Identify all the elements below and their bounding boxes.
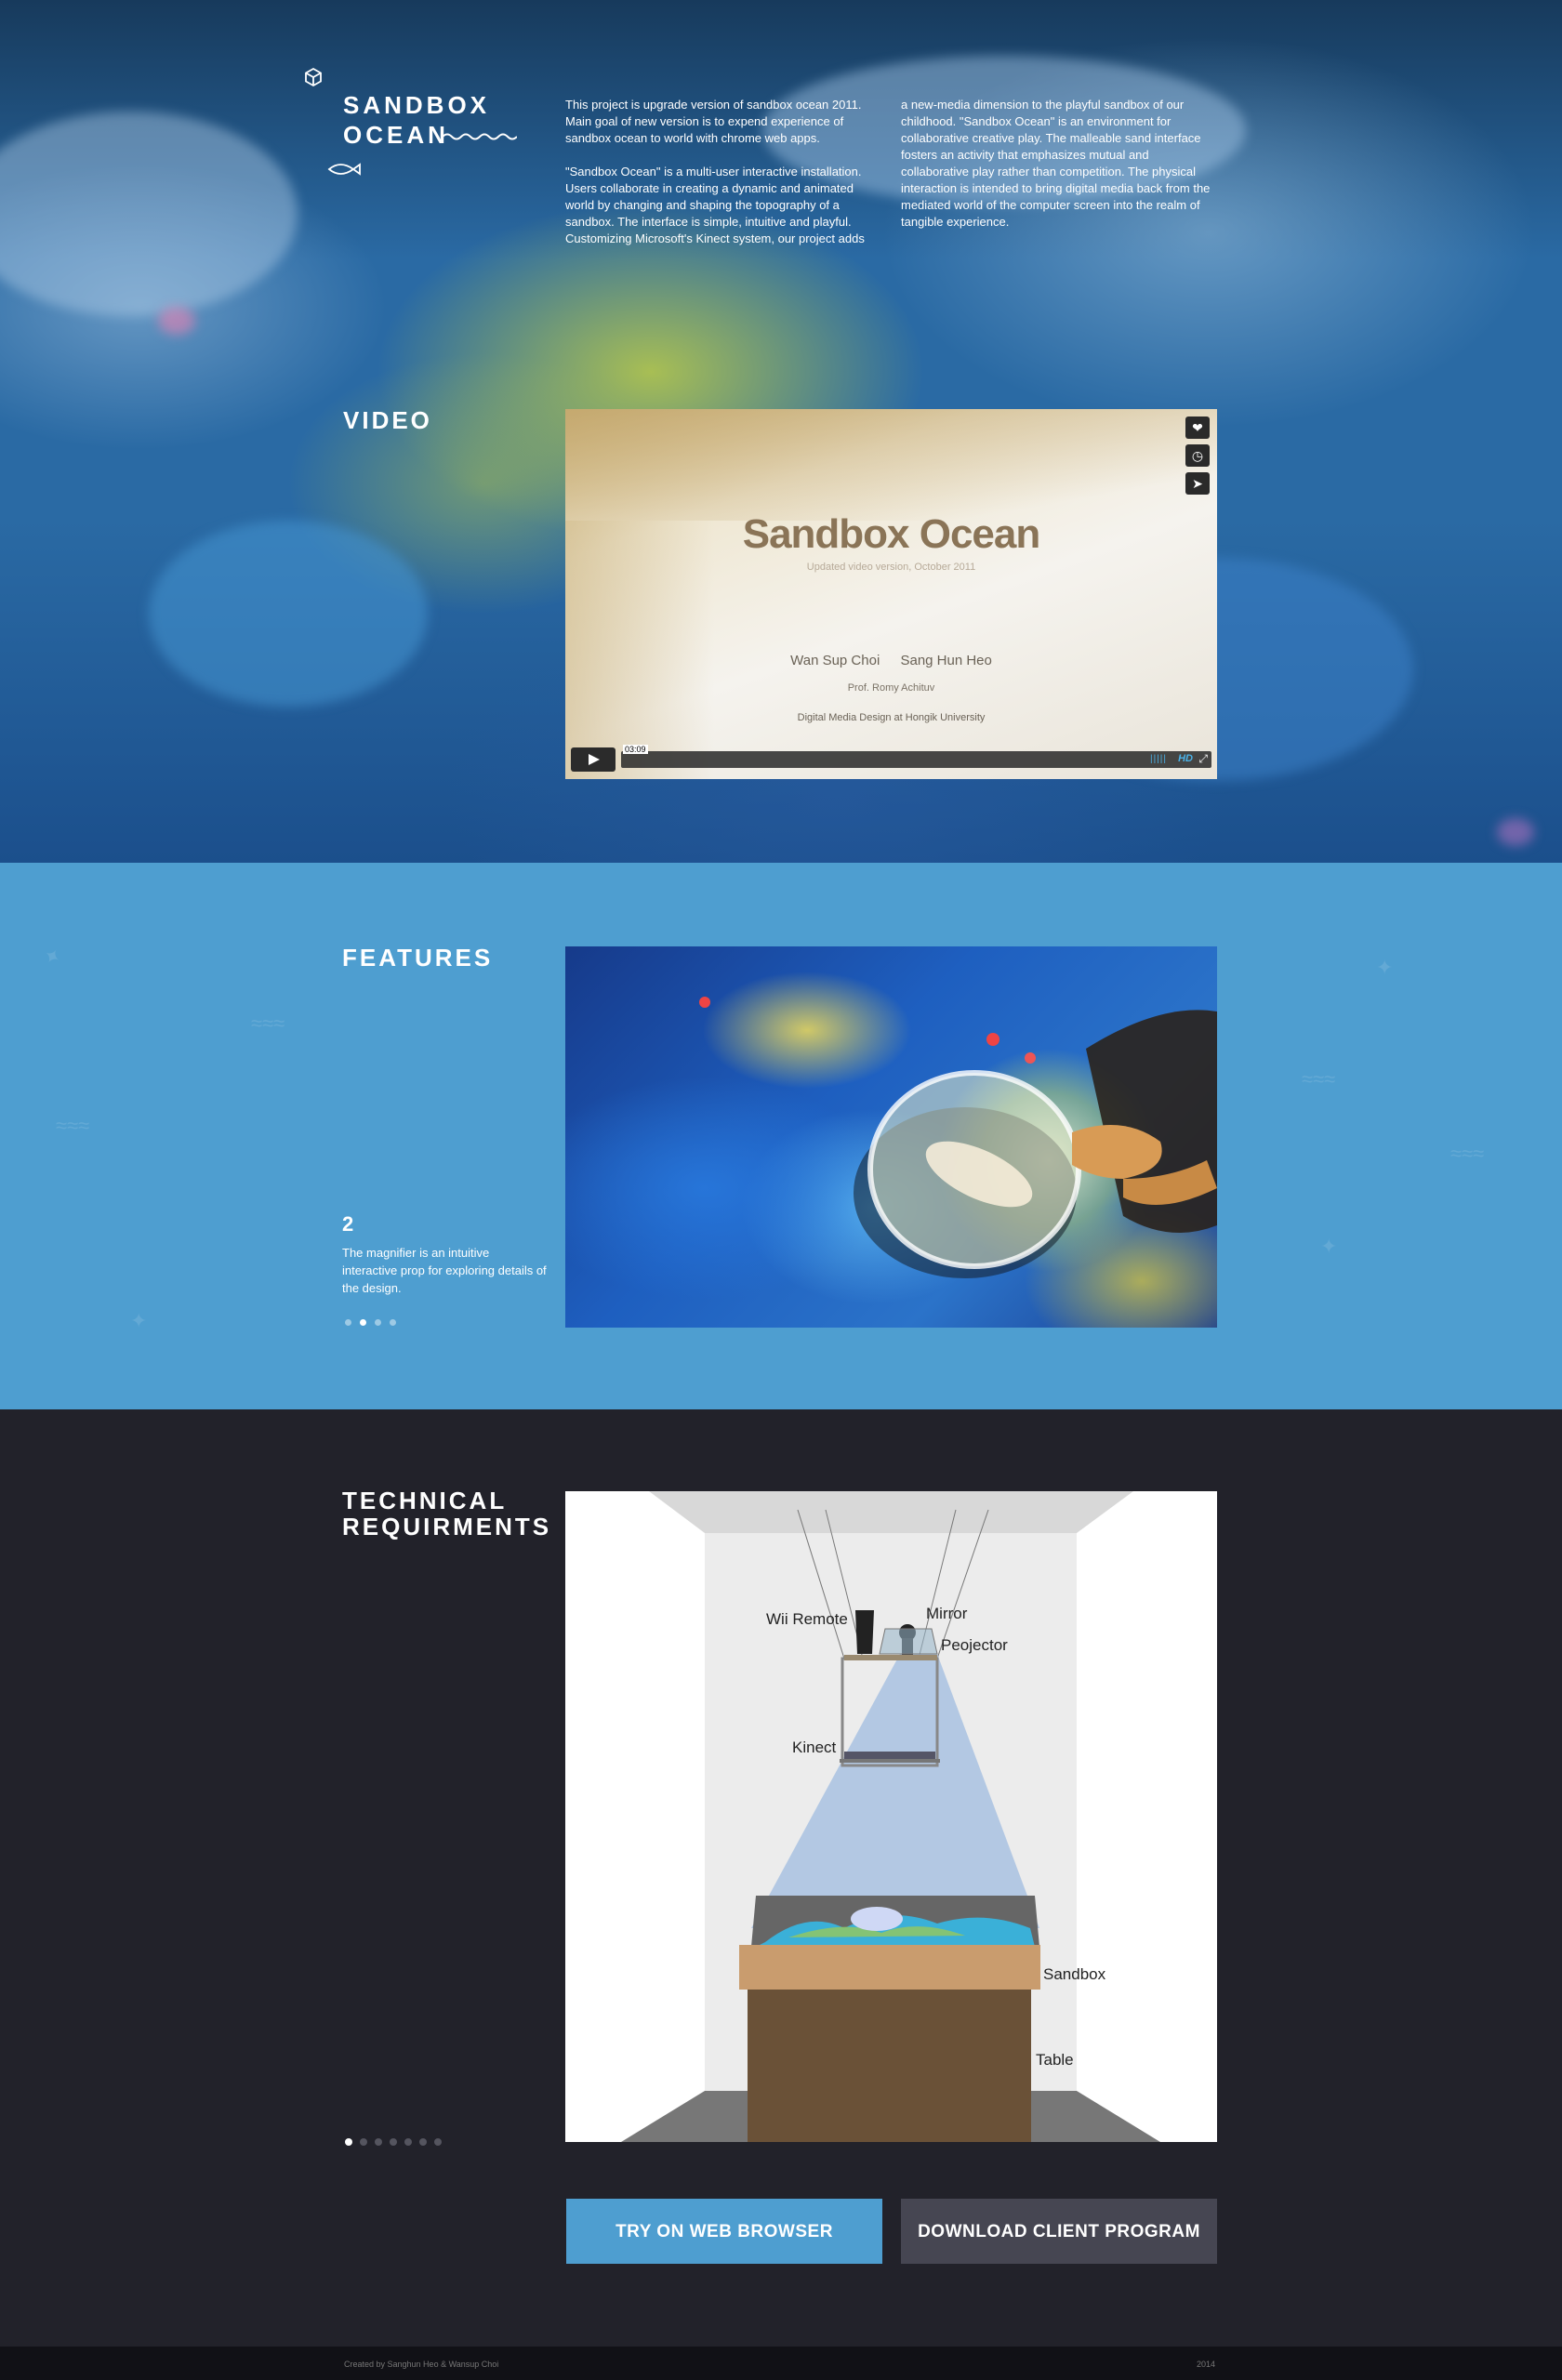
tray-edge (565, 409, 1217, 521)
tech-slide-dot-1[interactable] (345, 2138, 352, 2146)
features-section: ✦ ≈≈≈ ≈≈≈ ✦ ≈≈≈ ≈≈≈ ✦ ✦ FEATURES 2 The m… (0, 863, 1562, 1409)
intro-paragraph: This project is upgrade version of sandb… (565, 98, 862, 145)
tech-title-line1: TECHNICAL (342, 1487, 508, 1514)
intro-paragraph: a new-media dimension to the playful san… (901, 98, 1211, 229)
wave-pattern-icon: ≈≈≈ (1302, 1067, 1336, 1091)
video-subtitle: Updated video version, October 2011 (806, 562, 976, 573)
slide-dot-3[interactable] (375, 1319, 381, 1326)
video-school: Digital Media Design at Hongik Universit… (797, 712, 986, 723)
author-name: Wan Sup Choi (790, 653, 880, 668)
tech-slide-dot-7[interactable] (434, 2138, 442, 2146)
slide-dot-4[interactable] (390, 1319, 396, 1326)
tech-slide-dot-6[interactable] (419, 2138, 427, 2146)
brand-title-line1: SANDBOX (343, 91, 491, 119)
tech-slide-dot-4[interactable] (390, 2138, 397, 2146)
feature-description: The magnifier is an intuitive interactiv… (342, 1246, 547, 1295)
video-title: Sandbox Ocean (742, 511, 1041, 557)
tech-slide-dot-3[interactable] (375, 2138, 382, 2146)
volume-icon[interactable]: ||||| (1150, 754, 1167, 764)
video-controls: ||||| HD ⤢ 03:09 (571, 745, 1211, 772)
intro-paragraph: "Sandbox Ocean" is a multi-user interact… (565, 165, 865, 245)
brand-title-line2: OCEAN (343, 121, 449, 149)
cube-icon (305, 67, 322, 87)
tech-section: TECHNICAL REQUIRMENTS Wii Remote Mirror … (0, 1409, 1562, 2347)
feature-number: 2 (342, 1212, 354, 1236)
tech-title-line2: REQUIRMENTS (342, 1513, 552, 1540)
label-table: Table (1036, 2051, 1074, 2069)
slide-dot-2[interactable] (360, 1319, 366, 1326)
video-authors: Wan Sup Choi Sang Hun Heo (565, 653, 1217, 668)
features-section-title: FEATURES (342, 944, 494, 972)
label-mirror: Mirror (926, 1605, 968, 1622)
clock-icon[interactable]: ◷ (1185, 444, 1210, 467)
setup-diagram: Wii Remote Mirror Peojector Kinect Sandb… (565, 1491, 1217, 2142)
fish-icon (327, 163, 361, 176)
wave-pattern-icon: ≈≈≈ (1450, 1142, 1485, 1165)
video-progress-bar[interactable]: ||||| HD ⤢ (621, 751, 1211, 768)
tray-edge (565, 521, 714, 779)
tech-slide-dot-2[interactable] (360, 2138, 367, 2146)
label-sandbox: Sandbox (1043, 1965, 1106, 1983)
fullscreen-icon[interactable]: ⤢ (1198, 752, 1208, 766)
video-professor: Prof. Romy Achituv (847, 682, 935, 694)
coral-spot (1497, 818, 1534, 846)
magnifier-illustration (699, 997, 1217, 1278)
feature-image (565, 946, 1217, 1328)
label-kinect: Kinect (792, 1739, 837, 1756)
fish-pattern-icon: ✦ (38, 943, 68, 970)
footer-year: 2014 (1197, 2360, 1216, 2369)
heart-icon[interactable]: ❤ (1185, 416, 1210, 439)
footer: Created by Sanghun Heo & Wansup Choi 201… (0, 2347, 1562, 2380)
video-player[interactable]: ❤ ◷ ➤ Sandbox Ocean Updated video versio… (565, 409, 1217, 779)
fish-pattern-icon: ✦ (1320, 1235, 1338, 1258)
sand-highlight (0, 112, 298, 316)
video-section-title: VIDEO (343, 406, 432, 434)
send-icon[interactable]: ➤ (1185, 472, 1210, 495)
fish-pattern-icon: ✦ (1376, 956, 1394, 979)
author-name: Sang Hun Heo (900, 653, 992, 668)
hero-section: SANDBOX OCEAN This project is upgrade ve… (0, 0, 1562, 863)
video-time: 03:09 (623, 745, 648, 754)
footer-credit: Created by Sanghun Heo & Wansup Choi (344, 2360, 499, 2369)
label-wii-remote: Wii Remote (766, 1610, 848, 1628)
wave-pattern-icon: ≈≈≈ (56, 1114, 90, 1137)
wave-pattern-icon: ≈≈≈ (251, 1012, 285, 1035)
wave-icon (443, 133, 517, 140)
setup-illustration (621, 1491, 1160, 2142)
play-button[interactable] (571, 747, 616, 772)
tech-slide-dot-5[interactable] (404, 2138, 412, 2146)
fish-pattern-icon: ✦ (130, 1309, 148, 1332)
slide-dot-1[interactable] (345, 1319, 351, 1326)
hd-toggle[interactable]: HD (1178, 753, 1193, 764)
water-area (149, 521, 428, 707)
coral-spot (158, 307, 195, 335)
download-client-button[interactable]: DOWNLOAD CLIENT PROGRAM (901, 2199, 1217, 2264)
try-web-browser-button[interactable]: TRY ON WEB BROWSER (566, 2199, 882, 2264)
label-projector: Peojector (941, 1636, 1008, 1654)
